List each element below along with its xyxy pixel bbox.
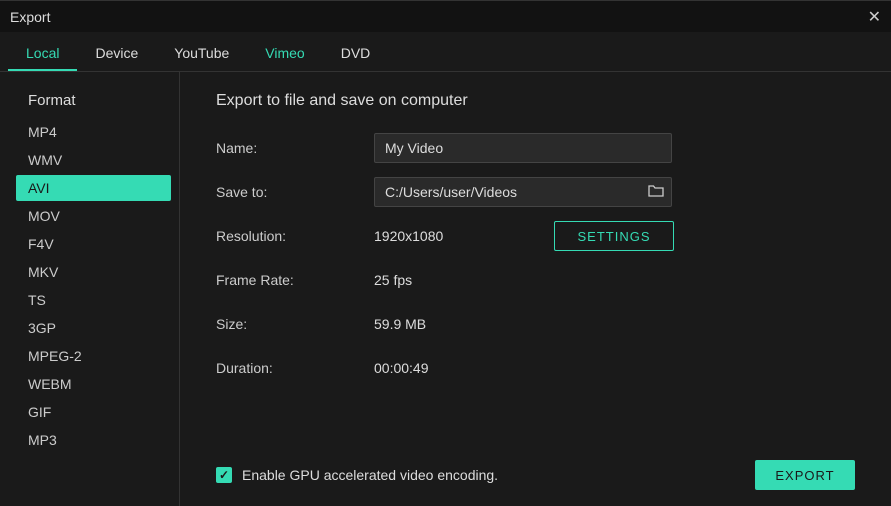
format-item-mkv[interactable]: MKV <box>16 259 171 285</box>
value-framerate: 25 fps <box>374 272 554 288</box>
tab-device[interactable]: Device <box>77 35 156 71</box>
folder-icon[interactable] <box>648 184 664 201</box>
tab-dvd[interactable]: DVD <box>323 35 389 71</box>
export-window: Export ✕ Local Device YouTube Vimeo DVD … <box>0 0 891 506</box>
format-item-f4v[interactable]: F4V <box>16 231 171 257</box>
format-item-3gp[interactable]: 3GP <box>16 315 171 341</box>
label-duration: Duration: <box>216 360 374 376</box>
format-item-mov[interactable]: MOV <box>16 203 171 229</box>
row-name: Name: <box>216 126 855 170</box>
checkbox-icon: ✓ <box>216 467 232 483</box>
settings-button[interactable]: SETTINGS <box>554 221 674 251</box>
format-item-mp4[interactable]: MP4 <box>16 119 171 145</box>
main-panel: Export to file and save on computer Name… <box>180 72 891 506</box>
format-item-mpeg-2[interactable]: MPEG-2 <box>16 343 171 369</box>
panel-title: Export to file and save on computer <box>216 92 855 110</box>
format-item-mp3[interactable]: MP3 <box>16 427 171 453</box>
gpu-checkbox-wrap[interactable]: ✓ Enable GPU accelerated video encoding. <box>216 467 498 483</box>
format-item-gif[interactable]: GIF <box>16 399 171 425</box>
label-resolution: Resolution: <box>216 228 374 244</box>
value-size: 59.9 MB <box>374 316 554 332</box>
saveto-input[interactable] <box>374 177 672 207</box>
export-button[interactable]: EXPORT <box>755 460 855 490</box>
value-resolution: 1920x1080 <box>374 228 554 244</box>
value-duration: 00:00:49 <box>374 360 554 376</box>
titlebar: Export ✕ <box>0 0 891 32</box>
row-size: Size: 59.9 MB <box>216 302 855 346</box>
format-sidebar: Format MP4WMVAVIMOVF4VMKVTS3GPMPEG-2WEBM… <box>0 72 180 506</box>
window-title: Export <box>10 9 50 25</box>
tab-bar: Local Device YouTube Vimeo DVD <box>0 32 891 72</box>
close-icon[interactable]: ✕ <box>868 7 881 27</box>
row-duration: Duration: 00:00:49 <box>216 346 855 390</box>
format-item-webm[interactable]: WEBM <box>16 371 171 397</box>
tab-local[interactable]: Local <box>8 35 77 71</box>
label-size: Size: <box>216 316 374 332</box>
format-item-wmv[interactable]: WMV <box>16 147 171 173</box>
label-saveto: Save to: <box>216 184 374 200</box>
row-framerate: Frame Rate: 25 fps <box>216 258 855 302</box>
gpu-checkbox-label: Enable GPU accelerated video encoding. <box>242 467 498 483</box>
tab-youtube[interactable]: YouTube <box>156 35 247 71</box>
sidebar-title: Format <box>16 84 171 119</box>
name-input[interactable] <box>374 133 672 163</box>
format-item-avi[interactable]: AVI <box>16 175 171 201</box>
label-framerate: Frame Rate: <box>216 272 374 288</box>
label-name: Name: <box>216 140 374 156</box>
dialog-body: Format MP4WMVAVIMOVF4VMKVTS3GPMPEG-2WEBM… <box>0 72 891 506</box>
row-saveto: Save to: <box>216 170 855 214</box>
footer-row: ✓ Enable GPU accelerated video encoding.… <box>216 440 855 490</box>
tab-vimeo[interactable]: Vimeo <box>247 35 322 71</box>
format-item-ts[interactable]: TS <box>16 287 171 313</box>
row-resolution: Resolution: 1920x1080 SETTINGS <box>216 214 855 258</box>
